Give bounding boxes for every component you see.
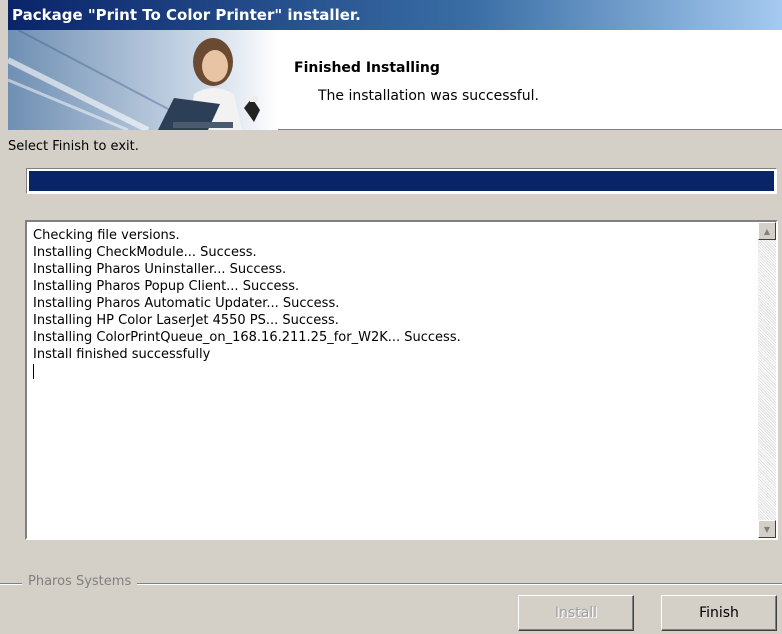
log-line: Installing Pharos Uninstaller... Success…	[33, 262, 287, 277]
arrow-down-icon: ▼	[763, 524, 771, 534]
scroll-up-button[interactable]: ▲	[758, 222, 776, 240]
finish-button[interactable]: Finish	[661, 595, 777, 631]
status-text: Select Finish to exit.	[8, 139, 139, 154]
log-line: Installing Pharos Automatic Updater... S…	[33, 296, 340, 311]
log-text[interactable]: Checking file versions. Installing CheckM…	[27, 222, 757, 538]
log-line: Installing ColorPrintQueue_on_168.16.211…	[33, 330, 461, 345]
log-line: Install finished successfully	[33, 347, 211, 362]
log-scrollbar[interactable]: ▲ ▼	[758, 222, 776, 538]
banner-heading: Finished Installing	[294, 60, 440, 76]
banner-image	[8, 30, 278, 130]
log-line: Installing HP Color LaserJet 4550 PS... …	[33, 313, 339, 328]
log-line: Installing Pharos Popup Client... Succes…	[33, 279, 300, 294]
progress-bar	[26, 168, 777, 194]
log-line: Checking file versions.	[33, 228, 180, 243]
installer-window: Package "Print To Color Printer" install…	[0, 0, 782, 634]
arrow-up-icon: ▲	[763, 226, 771, 236]
text-caret	[33, 363, 751, 380]
install-button[interactable]: Install	[518, 595, 634, 631]
install-log[interactable]: Checking file versions. Installing CheckM…	[25, 220, 778, 540]
banner: Finished Installing The installation was…	[8, 30, 782, 130]
window-title: Package "Print To Color Printer" install…	[8, 0, 782, 30]
scroll-down-button[interactable]: ▼	[758, 520, 776, 538]
banner-subheading: The installation was successful.	[318, 88, 539, 104]
log-line: Installing CheckModule... Success.	[33, 245, 257, 260]
progress-fill	[29, 171, 774, 191]
group-label: Pharos Systems	[22, 574, 138, 589]
